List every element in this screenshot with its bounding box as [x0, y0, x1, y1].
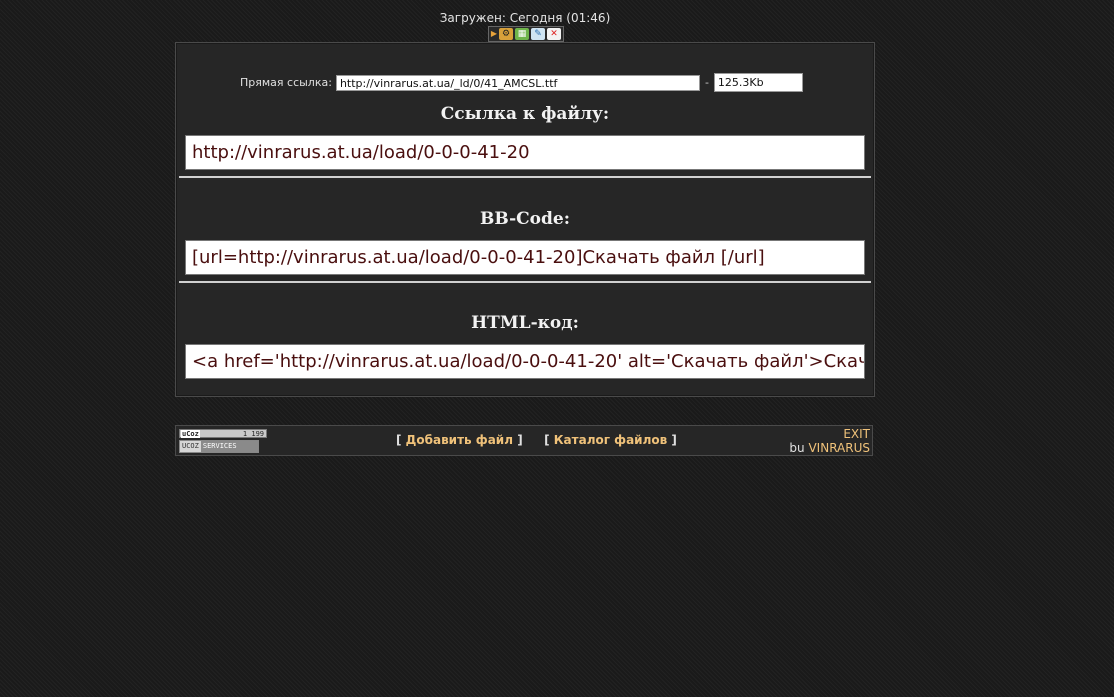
- services-badge: UCOZ SERVICES: [179, 440, 259, 453]
- link-panel: Прямая ссылка: http://vinrarus.at.ua/_ld…: [175, 42, 875, 397]
- file-size-field[interactable]: 125.3Kb: [713, 73, 803, 92]
- divider: [179, 281, 871, 283]
- visit-count: 1 199: [242, 430, 264, 438]
- author-prefix: bu: [789, 441, 805, 455]
- services-left: UCOZ: [180, 441, 201, 452]
- author-name-link[interactable]: VINRARUS: [808, 441, 870, 455]
- stats-icon[interactable]: ▦: [515, 28, 529, 40]
- direct-link-label: Прямая ссылка:: [240, 76, 332, 89]
- file-link-field[interactable]: http://vinrarus.at.ua/load/0-0-0-41-20: [185, 135, 865, 170]
- bracket-open: [: [544, 433, 550, 447]
- catalog-link[interactable]: Каталог файлов: [554, 433, 667, 447]
- file-link-title: Ссылка к файлу:: [440, 104, 610, 124]
- uploaded-value: Сегодня (01:46): [509, 11, 611, 25]
- bracket-close: ]: [517, 433, 523, 447]
- author-credit: bu VINRARUS: [789, 441, 870, 455]
- divider: [179, 176, 871, 178]
- bracket-close: ]: [671, 433, 677, 447]
- file-toolbar: ▶ ⚙ ▦ ✎ ✕: [488, 26, 564, 42]
- settings-icon[interactable]: ⚙: [499, 28, 513, 40]
- bbcode-field[interactable]: [url=http://vinrarus.at.ua/load/0-0-0-41…: [185, 240, 865, 275]
- size-separator: -: [704, 76, 709, 89]
- edit-icon[interactable]: ✎: [531, 28, 545, 40]
- bbcode-title: BB-Code:: [480, 209, 570, 229]
- delete-icon[interactable]: ✕: [547, 28, 561, 40]
- services-right: SERVICES: [200, 441, 258, 452]
- html-code-field[interactable]: <a href='http://vinrarus.at.ua/load/0-0-…: [185, 344, 865, 379]
- direct-link-input[interactable]: http://vinrarus.at.ua/_ld/0/41_AMCSL.ttf: [335, 74, 700, 91]
- ucoz-logo: uCoz: [181, 430, 200, 438]
- direct-link-row: Прямая ссылка: http://vinrarus.at.ua/_ld…: [240, 73, 803, 92]
- footer-bar: uCoz 1 199 UCOZ SERVICES [ Добавить файл…: [175, 425, 873, 456]
- bracket-open: [: [396, 433, 402, 447]
- upload-info: Загружен: Сегодня (01:46): [0, 11, 1050, 25]
- footer-links: [ Добавить файл ] [ Каталог файлов ]: [396, 433, 677, 447]
- ucoz-counter[interactable]: uCoz 1 199 UCOZ SERVICES: [179, 429, 267, 453]
- uploaded-label: Загружен:: [439, 11, 506, 25]
- html-code-title: HTML-код:: [471, 313, 579, 333]
- add-file-link[interactable]: Добавить файл: [406, 433, 513, 447]
- counter-badge: uCoz 1 199: [179, 429, 267, 438]
- play-arrow-icon: ▶: [490, 29, 498, 38]
- exit-link[interactable]: EXIT: [843, 427, 870, 441]
